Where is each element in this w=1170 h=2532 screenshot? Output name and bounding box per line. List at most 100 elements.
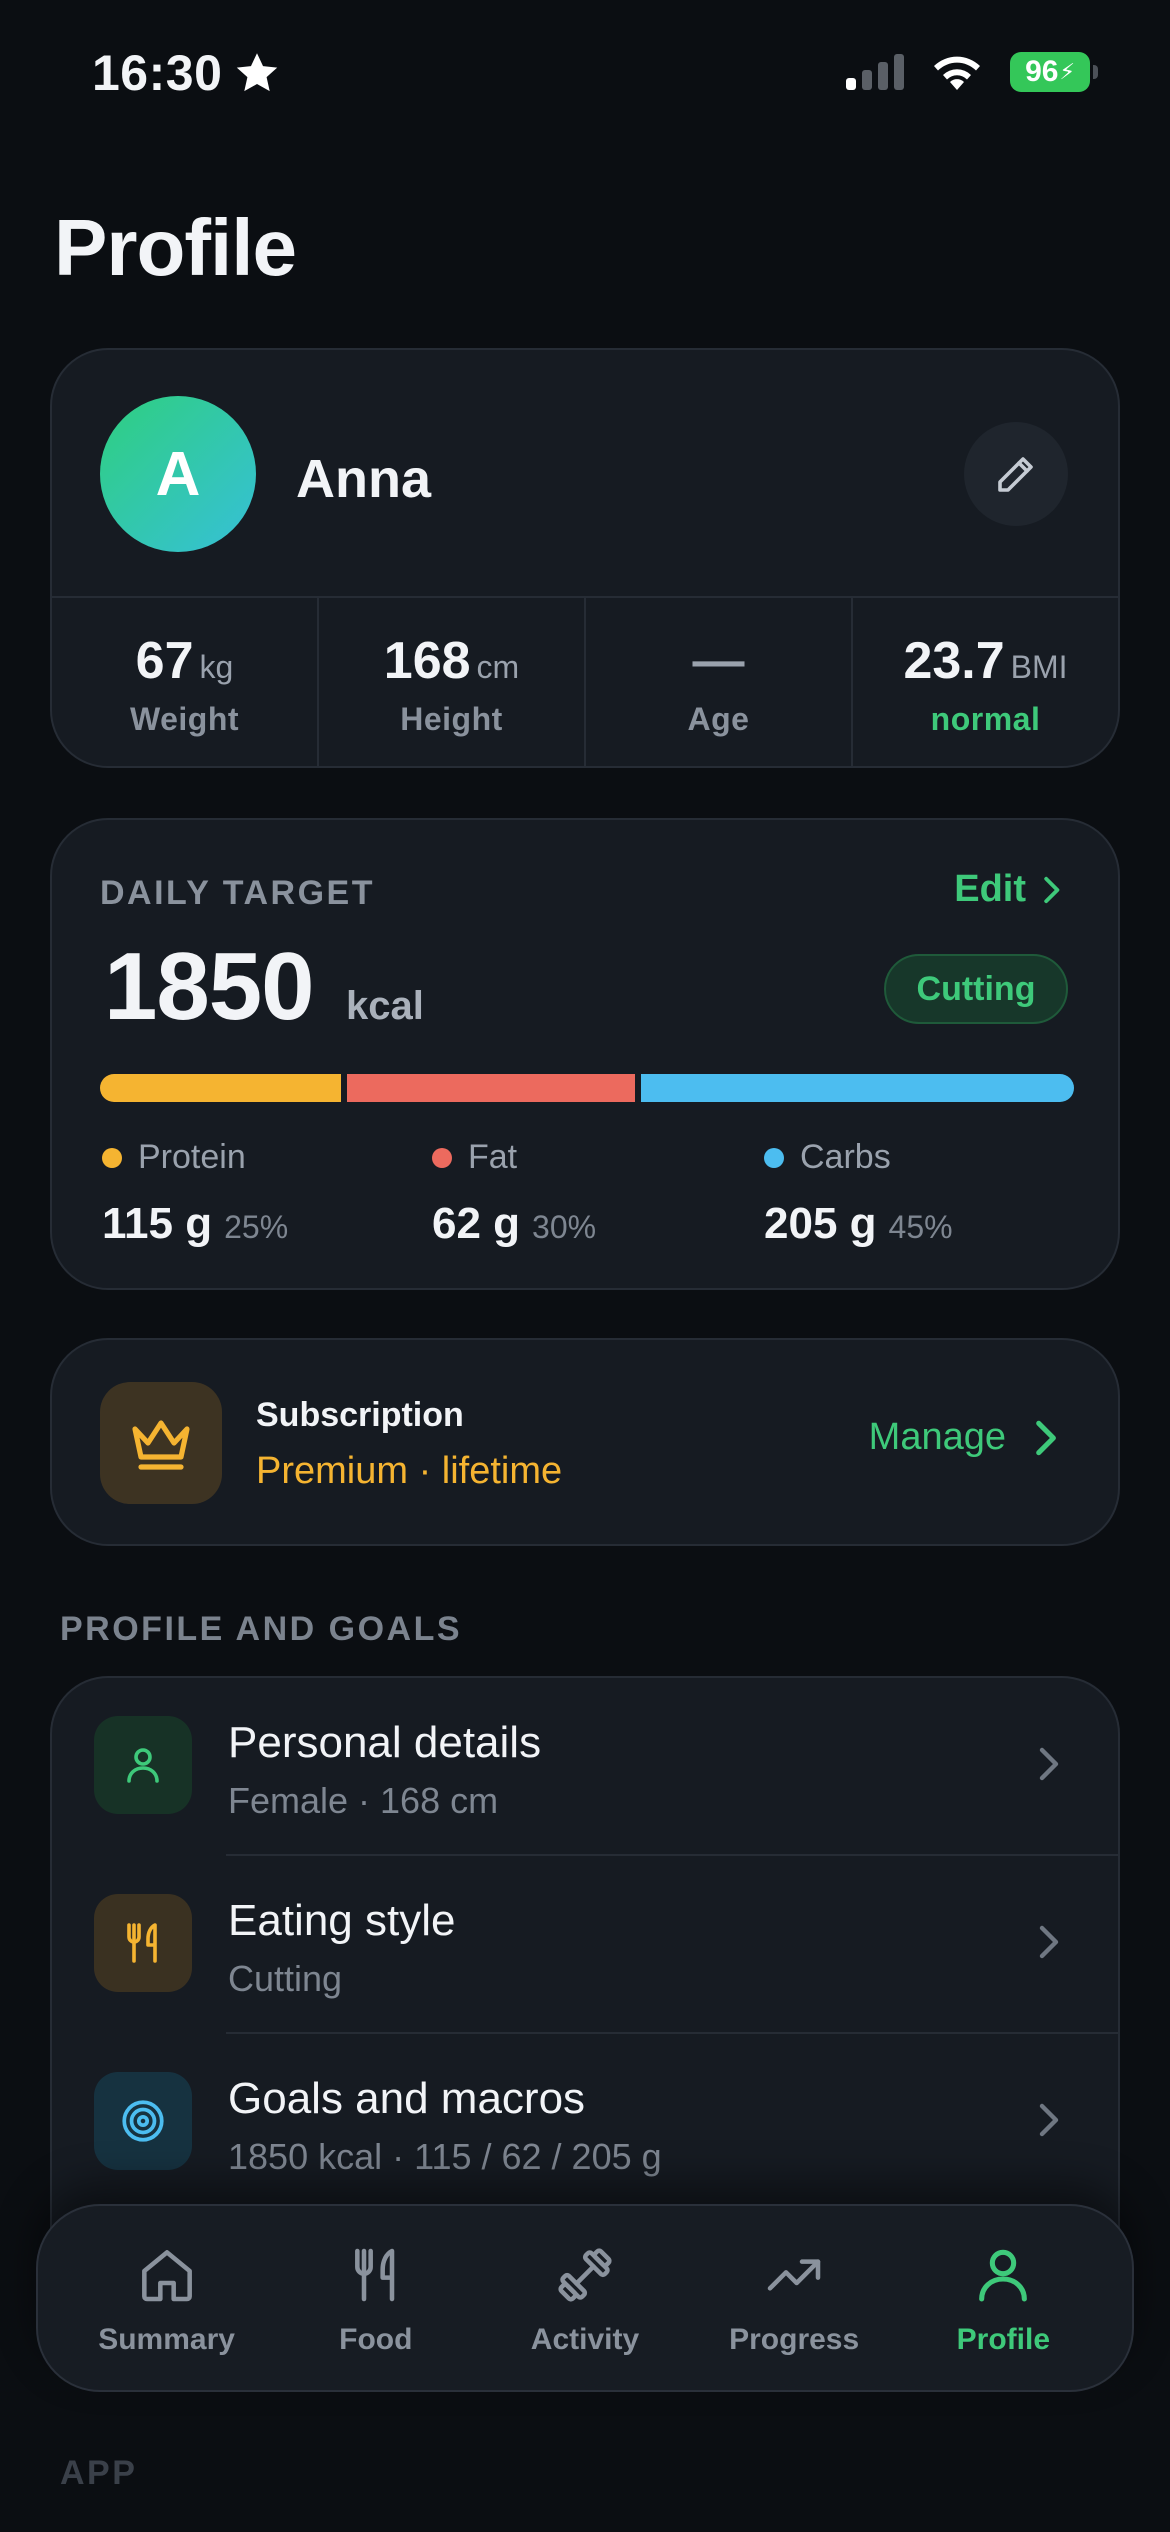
dumbbell-icon [549,2239,621,2311]
stat-height[interactable]: 168 cm Height [317,598,584,766]
stat-height-value: 168 cm [384,631,519,691]
daily-target-label: DAILY TARGET [100,874,375,912]
status-time: 16:30 [92,44,282,102]
status-indicators: 96 ⚡ [846,52,1098,92]
daily-target-card: DAILY TARGET Edit 1850 kcal Cutting Prot… [50,818,1120,1290]
macro-protein-name-row: Protein [102,1138,288,1177]
tab-food[interactable]: Food [276,2239,476,2357]
tab-label: Summary [98,2323,235,2356]
pencil-icon [998,457,1033,492]
macro-protein-dot [102,1147,122,1168]
crown-icon [132,1420,190,1470]
macro-protein-values: 115 g 25% [102,1199,288,1249]
chevron-right-icon [1039,1747,1059,1781]
body-stats-row: 67 kg Weight 168 cm Height — Age 23.7 BM… [52,596,1118,766]
trend-icon [758,2239,830,2311]
macro-protein-name: Protein [138,1138,246,1176]
stat-bmi-unit: BMI [1010,648,1068,685]
row-subtitle: Female · 168 cm [228,1780,499,1821]
tab-profile[interactable]: Profile [903,2239,1103,2357]
profile-settings-list: Personal details Female · 168 cm Eating … [50,1676,1120,2236]
macro-bar-carbs [641,1074,1074,1102]
chevron-right-icon [1039,1925,1059,1959]
macro-distribution-bar [100,1074,1074,1102]
tab-summary[interactable]: Summary [67,2239,267,2357]
status-time-text: 16:30 [92,45,223,101]
row-title: Eating style [228,1896,456,1945]
row-subtitle: 1850 kcal · 115 / 62 / 205 g [228,2136,662,2177]
macro-fat: Fat 62 g 30% [432,1138,596,1249]
stat-age[interactable]: — Age [584,598,851,766]
stat-bmi-number: 23.7 [903,631,1005,690]
battery-level: 96 [1025,55,1059,88]
macro-protein-amount: 115 g [102,1199,213,1248]
stat-bmi-category: normal [930,700,1041,737]
edit-target-label: Edit [954,868,1026,910]
bottom-tab-bar: Summary Food Activity Progress Profile [36,2204,1134,2392]
stat-weight-unit: kg [199,648,234,685]
manage-subscription-button[interactable]: Manage [869,1416,1058,1459]
profile-card: A Anna 67 kg Weight 168 cm Height — Age … [50,348,1120,768]
status-bar: 16:30 96 ⚡ [0,0,1170,150]
battery-indicator: 96 ⚡ [1010,52,1098,92]
manage-label: Manage [868,1416,1006,1458]
stat-weight-number: 67 [135,631,194,690]
daily-kcal-value: 1850 [104,933,315,1040]
macro-fat-amount: 62 g [432,1199,521,1248]
stat-weight-label: Weight [129,700,240,737]
list-item-personal-details[interactable]: Personal details Female · 168 cm [52,1678,1118,1856]
macro-fat-dot [432,1147,452,1168]
stat-age-label: Age [687,700,750,737]
profile-screen: 16:30 96 ⚡ Profile A Anna 67 kg Weight 1… [0,0,1170,2532]
stat-bmi-value: 23.7 BMI [903,631,1067,691]
tab-label: Activity [530,2323,640,2356]
person-icon [967,2239,1039,2311]
macro-carbs: Carbs 205 g 45% [764,1138,953,1249]
macro-protein: Protein 115 g 25% [102,1138,288,1249]
tab-activity[interactable]: Activity [485,2239,685,2357]
subscription-title: Subscription [256,1396,464,1434]
macro-carbs-percent: 45% [888,1209,953,1245]
fork-knife-icon [127,1923,157,1963]
row-icon-tile [94,1716,192,1814]
charging-bolt-icon: ⚡ [1059,59,1075,84]
macro-fat-percent: 30% [532,1209,597,1245]
tab-progress[interactable]: Progress [694,2239,894,2357]
avatar[interactable]: A [100,396,256,552]
macro-protein-percent: 25% [224,1209,289,1245]
subscription-icon-tile [100,1382,222,1504]
list-item-goals-macros[interactable]: Goals and macros 1850 kcal · 115 / 62 / … [52,2034,1118,2212]
stat-weight[interactable]: 67 kg Weight [52,598,317,766]
home-icon [131,2239,203,2311]
section-header-app: APP [60,2454,138,2492]
profile-header: A Anna [52,350,1118,596]
stat-height-label: Height [400,700,503,737]
edit-profile-button[interactable] [964,422,1068,526]
person-icon [127,1748,159,1783]
macro-bar-protein [100,1074,341,1102]
cellular-signal-icon [846,54,904,90]
page-title: Profile [54,203,297,292]
macro-carbs-amount: 205 g [764,1199,877,1248]
stat-bmi[interactable]: 23.7 BMI normal [851,598,1118,766]
subscription-plan: Premium · lifetime [256,1450,563,1492]
stat-height-number: 168 [383,631,471,690]
stat-age-value: — [693,631,745,691]
edit-target-button[interactable]: Edit [954,868,1062,911]
chevron-right-icon [1039,2103,1059,2137]
row-icon-tile [94,1894,192,1992]
chevron-right-icon [1044,876,1060,903]
row-icon-tile [94,2072,192,2170]
wifi-icon [934,56,980,90]
target-icon [122,2100,164,2142]
macro-carbs-name: Carbs [800,1138,891,1176]
tab-label: Profile [956,2323,1051,2356]
row-title: Personal details [228,1718,542,1767]
list-item-eating-style[interactable]: Eating style Cutting [52,1856,1118,2034]
star-icon [237,53,278,92]
subscription-card[interactable]: Subscription Premium · lifetime Manage [50,1338,1120,1546]
stat-height-unit: cm [476,648,520,685]
fork-knife-icon [340,2239,412,2311]
stat-weight-value: 67 kg [136,631,234,691]
user-name: Anna [296,449,431,509]
